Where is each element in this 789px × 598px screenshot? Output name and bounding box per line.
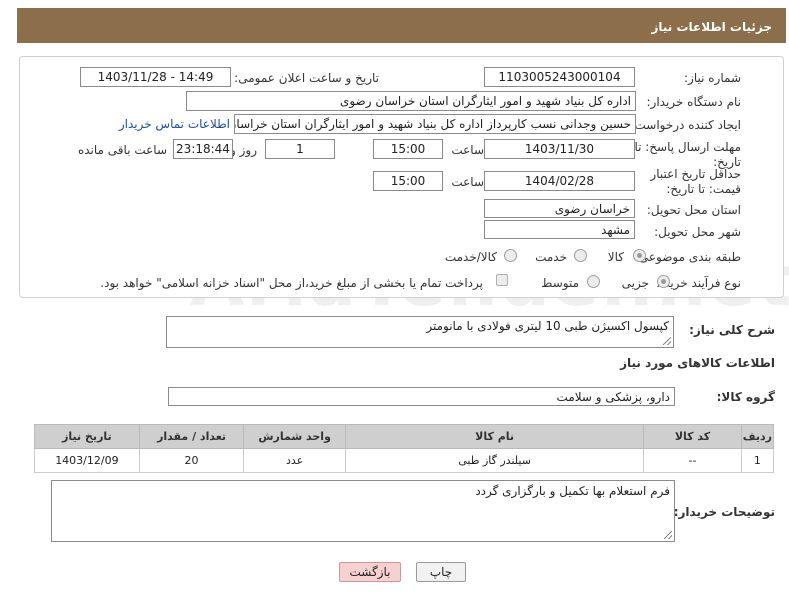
reply-date-field[interactable]: 1403/11/30 (484, 139, 635, 159)
price-time-field[interactable]: 15:00 (373, 171, 443, 191)
buyer-notes-text: فرم استعلام بها تکمیل و بارگزاری گردد (475, 484, 670, 498)
category-goods-service-radio[interactable] (504, 249, 517, 262)
cell-item-name: سیلندر گاز طبی (344, 448, 645, 473)
reply-time-field[interactable]: 15:00 (373, 139, 443, 159)
category-service-radio[interactable] (574, 249, 587, 262)
goods-group-field[interactable]: دارو، پزشکی و سلامت (168, 387, 675, 406)
category-service-label: خدمت (535, 250, 567, 264)
price-deadline-label: حداقل تاریخ اعتبار قیمت: تا تاریخ: (650, 167, 741, 196)
buyer-org-field[interactable]: اداره کل بنیاد شهید و امور ایثارگران است… (186, 91, 636, 111)
category-goods-service-label: کالا/خدمت (444, 250, 497, 264)
page-title: جزئیات اطلاعات نیاز (651, 20, 772, 34)
category-goods-label: کالا (607, 250, 624, 264)
table-header-row: ردیف کد کالا نام کالا واحد شمارش تعداد /… (34, 424, 775, 449)
col-item-code: کد کالا (643, 424, 742, 449)
city-field[interactable]: مشهد (484, 220, 635, 239)
process-medium-label: متوسط (541, 276, 579, 290)
treasury-payment-note: پرداخت تمام یا بخشی از مبلغ خرید،از محل … (100, 276, 483, 290)
col-quantity: تعداد / مقدار (138, 424, 245, 449)
cell-row-number: 1 (740, 448, 775, 473)
resize-handle-icon[interactable] (663, 337, 671, 345)
cell-item-code: -- (643, 448, 742, 473)
contact-info-link[interactable]: اطلاعات تماس خریدار (119, 117, 230, 131)
page-header: جزئیات اطلاعات نیاز (17, 8, 786, 43)
buyer-notes-label: توضیحات خریدار: (673, 505, 775, 519)
remaining-label: ساعت باقی مانده (77, 143, 167, 157)
reply-deadline-label: مهلت ارسال پاسخ: تا تاریخ: (634, 140, 741, 169)
need-number-label: شماره نیاز: (684, 71, 741, 85)
creator-label: ایجاد کننده درخواست: (630, 118, 741, 132)
category-label: طبقه بندی موضوعی: (634, 250, 741, 264)
col-item-name: نام کالا (344, 424, 645, 449)
creator-field[interactable]: حسین وجدانی نسب کارپرداز اداره کل بنیاد … (234, 114, 636, 134)
goods-section-title: اطلاعات کالاهای مورد نیاز (620, 356, 775, 370)
city-label: شهر محل تحویل: (654, 225, 741, 239)
remaining-time-field[interactable]: 23:18:44 (173, 139, 233, 159)
cell-unit: عدد (243, 448, 346, 473)
buyer-org-label: نام دستگاه خریدار: (646, 95, 742, 109)
price-date-field[interactable]: 1404/02/28 (484, 171, 635, 191)
description-text: کپسول اکسیژن طبی 10 لیتری فولادی با مانو… (426, 319, 669, 333)
process-medium-radio[interactable] (587, 275, 600, 288)
category-goods-radio[interactable] (633, 249, 646, 262)
announce-date-field[interactable]: 1403/11/28 - 14:49 (80, 67, 231, 87)
table-row[interactable]: 1 -- سیلندر گاز طبی عدد 20 1403/12/09 (34, 448, 775, 473)
buyer-notes-field[interactable]: فرم استعلام بها تکمیل و بارگزاری گردد (51, 480, 675, 542)
goods-group-label: گروه کالا: (716, 390, 775, 404)
process-minor-radio[interactable] (657, 275, 670, 288)
col-unit: واحد شمارش (243, 424, 346, 449)
col-need-date: تاریخ نیاز (34, 424, 140, 449)
need-number-field[interactable]: 1103005243000104 (484, 67, 635, 87)
treasury-payment-checkbox[interactable] (496, 274, 508, 286)
province-label: استان محل تحویل: (646, 203, 741, 217)
cell-quantity: 20 (138, 448, 245, 473)
province-field[interactable]: خراسان رضوی (484, 199, 635, 218)
resize-handle-icon[interactable] (664, 531, 672, 539)
print-button[interactable]: چاپ (416, 562, 466, 582)
back-button[interactable]: بازگشت (339, 562, 401, 582)
cell-need-date: 1403/12/09 (34, 448, 140, 473)
goods-table: ردیف کد کالا نام کالا واحد شمارش تعداد /… (34, 424, 775, 473)
days-label: روز و (230, 143, 257, 157)
description-field[interactable]: کپسول اکسیژن طبی 10 لیتری فولادی با مانو… (166, 316, 674, 348)
announce-date-label: تاریخ و ساعت اعلان عمومی: (234, 71, 379, 85)
price-time-label: ساعت (451, 175, 484, 189)
description-label: شرح کلی نیاز: (689, 323, 775, 337)
days-field[interactable]: 1 (265, 139, 335, 159)
process-minor-label: جزیی (621, 276, 649, 290)
col-row-number: ردیف (740, 424, 775, 449)
reply-time-label: ساعت (451, 143, 484, 157)
